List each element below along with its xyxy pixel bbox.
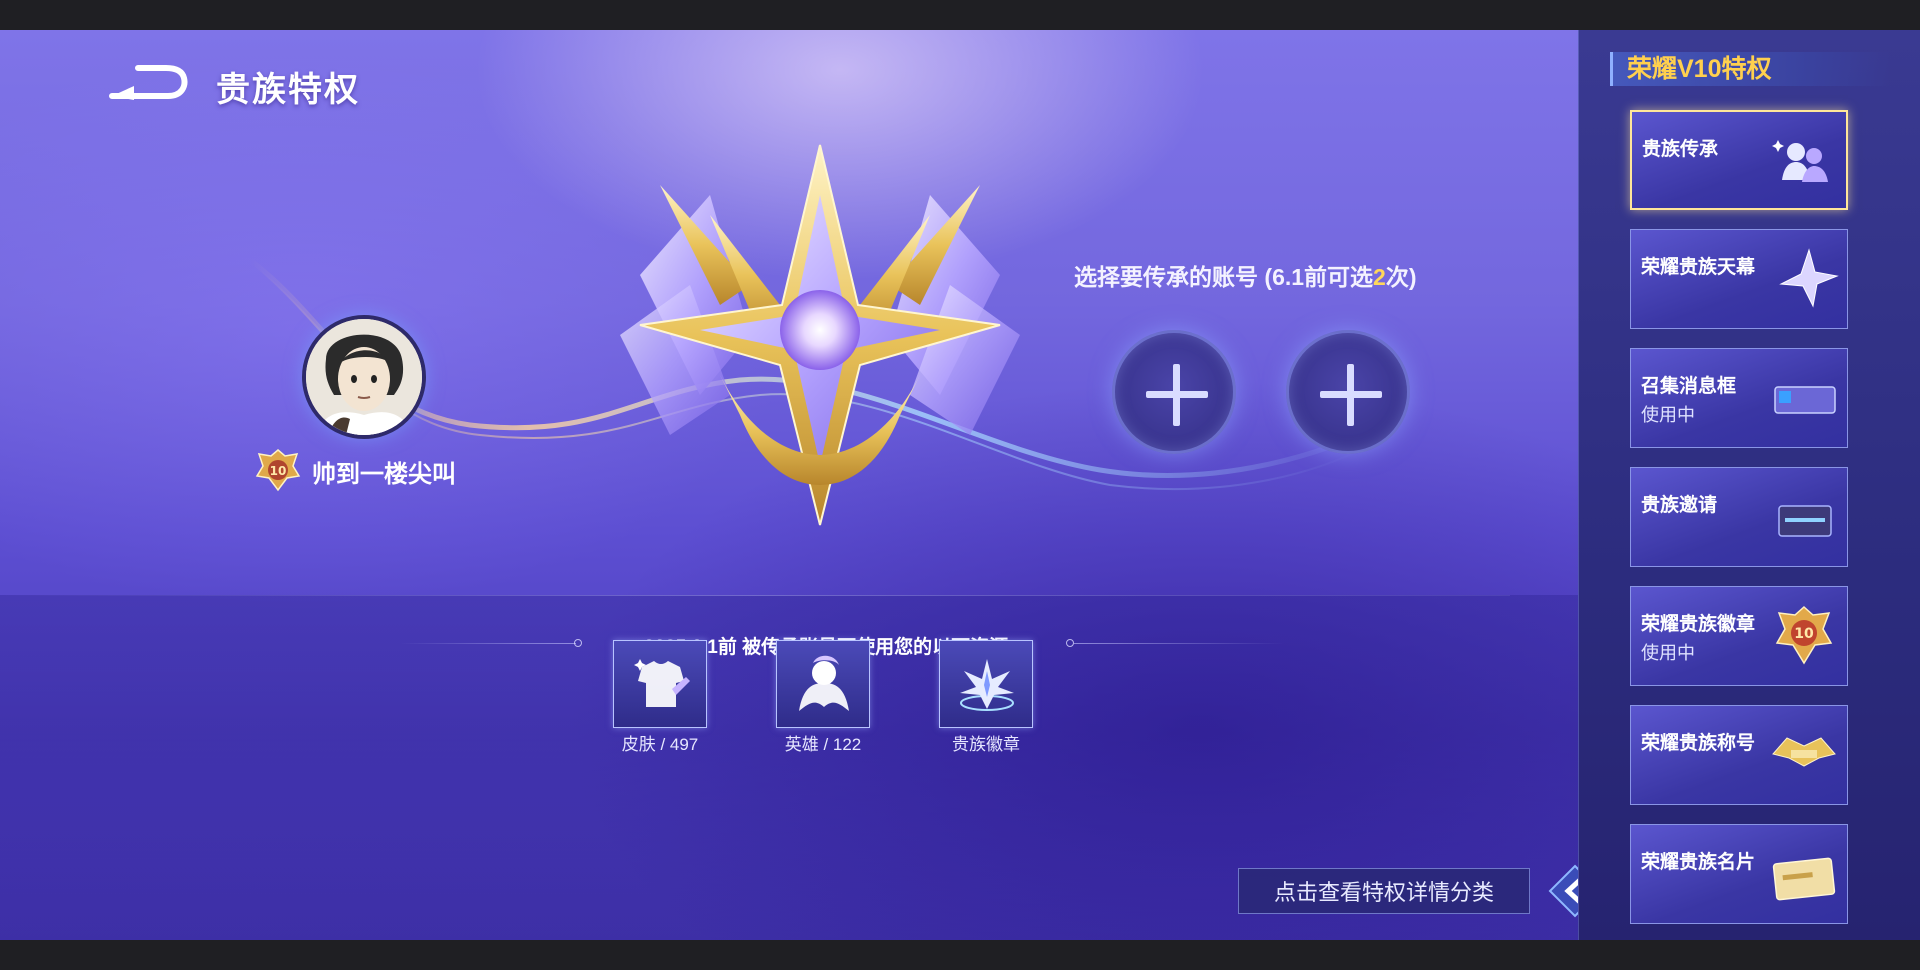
resource-title-line-left	[400, 643, 576, 644]
hero-resource-label: 英雄 / 122	[784, 735, 862, 754]
prompt-count: 2	[1373, 264, 1386, 290]
noble-badge-resource-label: 贵族徽章	[952, 735, 1020, 754]
sidebar-item-glory-badge[interactable]: 荣耀贵族徽章 使用中 10	[1630, 586, 1848, 686]
prompt-text-c: 次)	[1385, 264, 1417, 290]
back-button[interactable]	[108, 60, 188, 104]
sidebar-item-glory-title[interactable]: 荣耀贵族称号	[1630, 705, 1848, 805]
invite-card-icon	[1778, 505, 1832, 537]
sidebar-item-label: 召集消息框	[1641, 376, 1737, 397]
noble-badge-icon	[960, 659, 1014, 711]
sidebar-item-label: 荣耀贵族徽章	[1641, 614, 1756, 635]
sidebar-item-rally-message-frame[interactable]: 召集消息框 使用中	[1630, 348, 1848, 448]
add-account-slot-2[interactable]	[1286, 330, 1410, 454]
player-name: 帅到一楼尖叫	[312, 461, 456, 488]
skin-resource-label: 皮肤 / 497	[621, 735, 699, 754]
sidebar-item-glory-canopy[interactable]: 荣耀贵族天幕	[1630, 229, 1848, 329]
sidebar-item-glory-name-card[interactable]: 荣耀贵族名片	[1630, 824, 1848, 924]
page-title: 贵族特权	[216, 71, 360, 109]
hero-icon	[799, 655, 849, 711]
hero-resource-tile[interactable]	[776, 640, 870, 728]
message-frame-icon	[1774, 386, 1836, 414]
prompt-date: 6.1	[1272, 264, 1305, 290]
sidebar-item-label: 荣耀贵族称号	[1641, 733, 1756, 754]
sidebar-item-label: 荣耀贵族天幕	[1641, 257, 1756, 278]
sidebar-item-label: 荣耀贵族名片	[1641, 852, 1756, 873]
svg-text:10: 10	[270, 464, 287, 478]
name-card-icon	[1772, 857, 1836, 901]
view-privilege-details-button[interactable]: 点击查看特权详情分类	[1238, 868, 1530, 914]
sidebar-item-status: 使用中	[1641, 643, 1695, 663]
svg-text:10: 10	[1794, 626, 1814, 642]
skin-icon	[634, 659, 690, 707]
sidebar-item-noble-invite[interactable]: 贵族邀请	[1630, 467, 1848, 567]
sidebar-item-label: 贵族传承	[1642, 139, 1719, 160]
sidebar-item-status: 使用中	[1641, 405, 1695, 425]
v10-badge-icon: 10	[1775, 605, 1833, 665]
inheritance-people-icon	[1772, 140, 1828, 182]
v10-crown-emblem-icon	[620, 144, 1020, 526]
resource-title-dot-right	[1066, 639, 1074, 647]
sidebar-title: 荣耀V10特权	[1610, 52, 1890, 86]
sidebar-item-label: 贵族邀请	[1641, 495, 1718, 516]
letterbox-top	[0, 0, 1920, 30]
star-canopy-icon	[1779, 248, 1839, 308]
noble-badge-resource-tile[interactable]	[939, 640, 1033, 728]
letterbox-bottom	[0, 940, 1920, 970]
sidebar-item-noble-inheritance[interactable]: 贵族传承	[1630, 110, 1848, 210]
avatar-portrait-icon	[306, 319, 422, 435]
band-divider	[0, 595, 1510, 596]
player-avatar[interactable]	[302, 315, 426, 439]
resource-title-line-right	[1074, 643, 1284, 644]
prompt-text-a: 选择要传承的账号 (	[1074, 264, 1273, 290]
add-account-slot-1[interactable]	[1112, 330, 1236, 454]
v10-level-badge-icon: 10	[255, 448, 301, 492]
back-arrow-icon	[109, 65, 188, 100]
prompt-text-b: 前可选	[1304, 264, 1374, 290]
inheritance-prompt: 选择要传承的账号 (6.1前可选2次)	[1074, 258, 1417, 292]
skin-resource-tile[interactable]	[613, 640, 707, 728]
title-wings-icon	[1772, 737, 1836, 767]
